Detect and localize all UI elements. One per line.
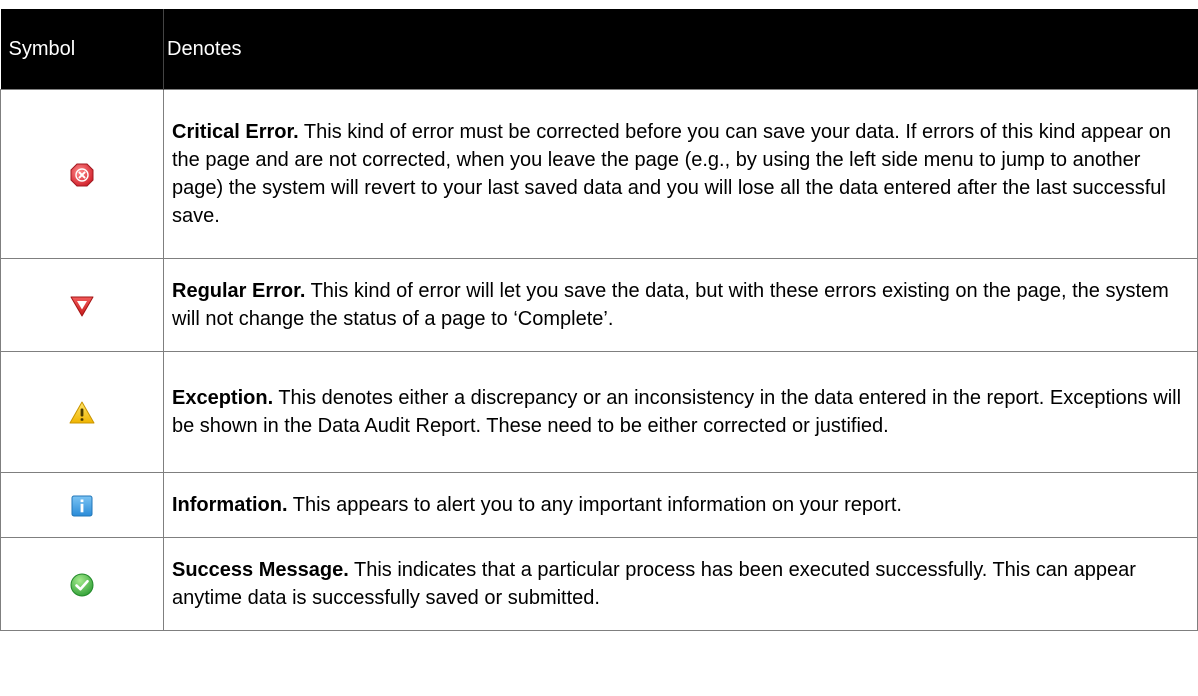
term-success-message: Success Message. <box>172 559 349 581</box>
description-cell: Success Message. This indicates that a p… <box>163 537 1198 631</box>
term-exception: Exception. <box>172 387 274 409</box>
symbol-cell <box>0 258 164 352</box>
regular-error-icon <box>70 296 94 317</box>
term-information: Information. <box>172 494 288 516</box>
term-regular-error: Regular Error. <box>172 280 306 302</box>
description-cell: Regular Error. This kind of error will l… <box>163 258 1198 352</box>
warning-icon <box>69 401 95 424</box>
table-row: Exception. This denotes either a discrep… <box>0 351 1198 473</box>
description-cell: Critical Error. This kind of error must … <box>163 89 1198 259</box>
success-icon <box>70 573 94 597</box>
info-icon <box>71 495 93 517</box>
description-information: This appears to alert you to any importa… <box>287 494 902 516</box>
description-cell: Information. This appears to alert you t… <box>163 472 1198 538</box>
table-row: Success Message. This indicates that a p… <box>0 537 1198 631</box>
symbol-cell <box>0 537 164 631</box>
term-critical-error: Critical Error. <box>172 121 299 143</box>
description-critical-error: This kind of error must be corrected bef… <box>172 121 1172 227</box>
table-row: Information. This appears to alert you t… <box>0 472 1198 538</box>
description-cell: Exception. This denotes either a discrep… <box>163 351 1198 473</box>
symbol-cell <box>0 89 164 259</box>
table-row: Critical Error. This kind of error must … <box>0 89 1198 259</box>
table-row: Regular Error. This kind of error will l… <box>0 258 1198 352</box>
table-header-row: Symbol Denotes <box>0 9 1198 90</box>
critical-error-icon <box>70 163 94 187</box>
symbol-column-header: Symbol <box>0 9 164 90</box>
denotes-column-header: Denotes <box>163 9 1198 90</box>
legend-table-container: Symbol Denotes Critical Error. This kind… <box>0 9 1198 631</box>
description-exception: This denotes either a discrepancy or an … <box>172 387 1182 437</box>
symbol-cell <box>0 351 164 473</box>
symbol-cell <box>0 472 164 538</box>
description-regular-error: This kind of error will let you save the… <box>172 280 1169 330</box>
symbol-legend-table: Symbol Denotes Critical Error. This kind… <box>0 9 1198 631</box>
